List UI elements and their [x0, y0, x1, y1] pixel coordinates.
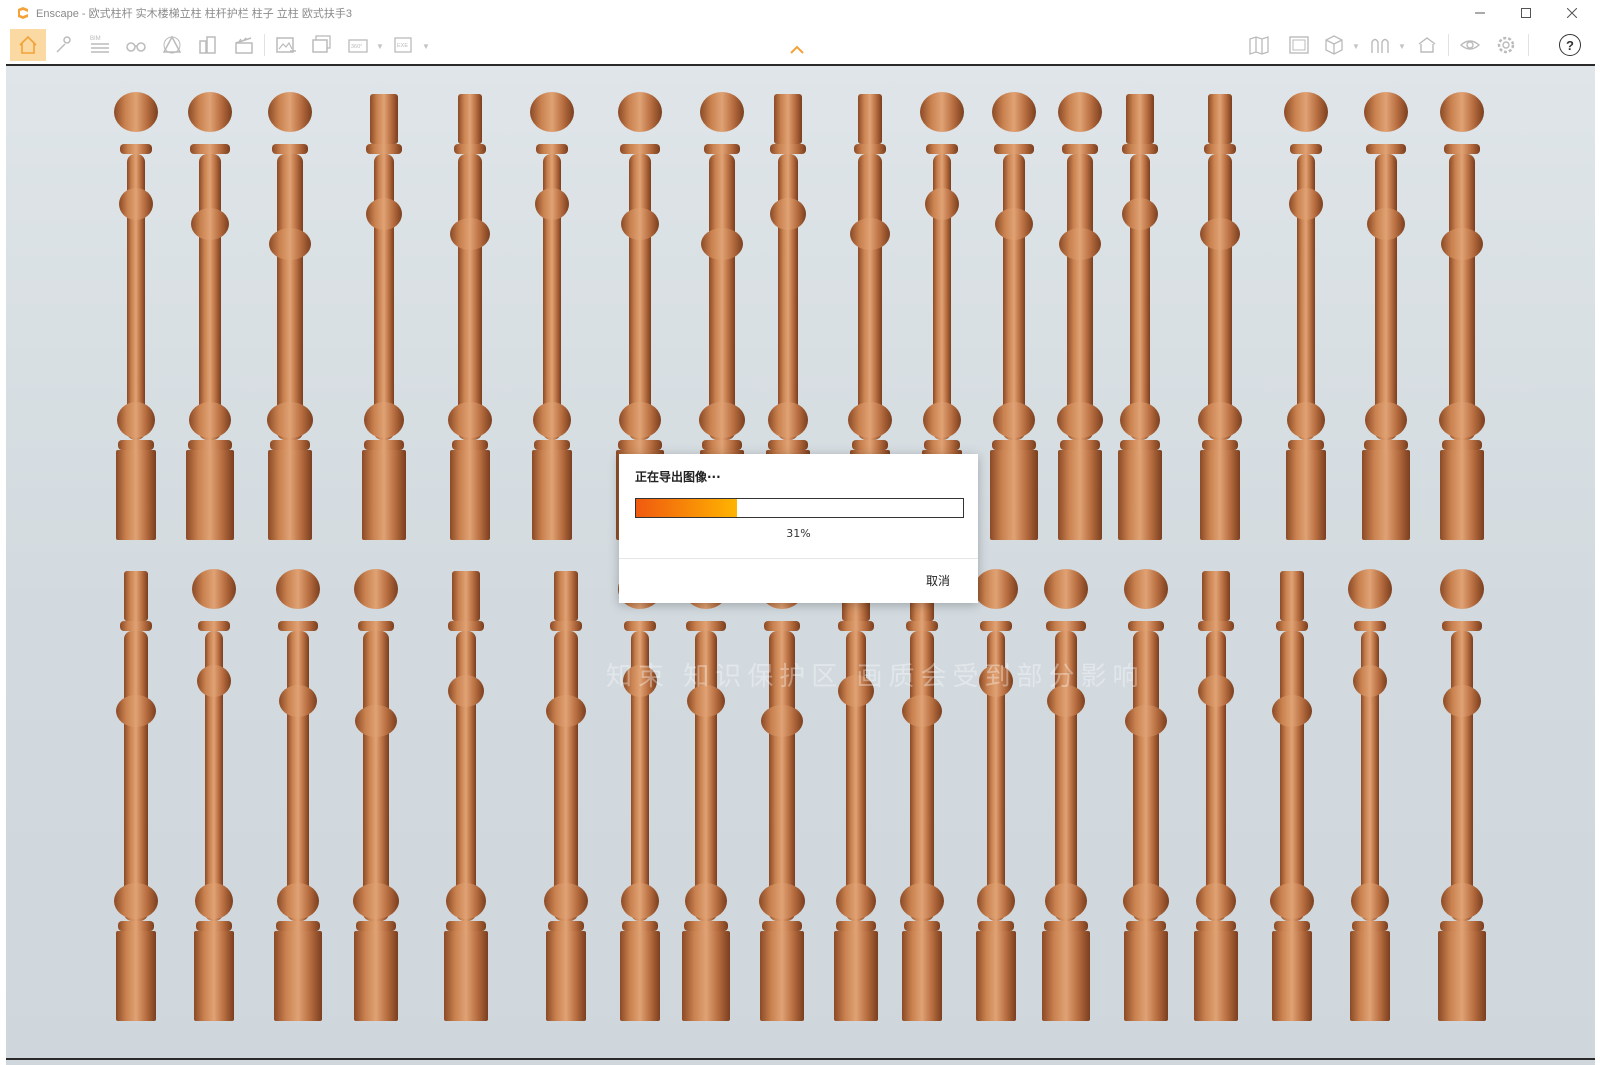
baluster: [759, 569, 805, 1021]
baluster: [1042, 569, 1090, 1021]
batch-render-button[interactable]: [306, 30, 338, 60]
sync-views-button[interactable]: [1364, 30, 1396, 60]
enscape-logo-icon: [18, 7, 28, 19]
buildings-icon: [199, 36, 216, 54]
sync-dropdown-caret[interactable]: ▼: [1398, 42, 1406, 51]
baluster: [1439, 92, 1485, 540]
baluster: [1194, 571, 1238, 1021]
triangle-icon: [162, 35, 182, 54]
views-button[interactable]: [120, 30, 152, 60]
cancel-button[interactable]: 取消: [926, 572, 950, 589]
baluster: [618, 569, 662, 1021]
upload-icon: [1418, 37, 1436, 53]
progress-fill: [636, 499, 738, 517]
baluster: [114, 571, 158, 1021]
svg-text:EXE: EXE: [397, 43, 408, 49]
minimap-button[interactable]: [1283, 30, 1315, 60]
baluster: [1362, 92, 1410, 540]
collaboration-button[interactable]: [1411, 30, 1443, 60]
walk-mode-button[interactable]: [48, 30, 80, 60]
bim-button[interactable]: BIM: [84, 30, 116, 60]
eye-icon: [1459, 40, 1481, 50]
dialog-divider: [619, 558, 978, 559]
baluster: [448, 94, 492, 540]
baluster: [1270, 571, 1314, 1021]
visual-settings-button[interactable]: [1454, 30, 1486, 60]
baluster: [192, 569, 236, 1021]
baluster: [974, 569, 1018, 1021]
cube-icon: [1325, 35, 1343, 55]
video-editor-button[interactable]: [228, 30, 260, 60]
baluster: [1348, 569, 1392, 1021]
baluster: [544, 571, 588, 1021]
map-icon: [1249, 36, 1269, 55]
window-title: Enscape - 欧式柱杆 实木楼梯立柱 柱杆护栏 柱子 立柱 欧式扶手3: [36, 8, 352, 20]
baluster: [353, 569, 399, 1021]
minimize-icon: [1475, 12, 1485, 14]
baluster: [274, 569, 322, 1021]
collapse-toolbar-arrow-icon[interactable]: [789, 44, 805, 56]
view-mode-dropdown-caret[interactable]: ▼: [1352, 42, 1360, 51]
baluster: [1123, 569, 1169, 1021]
baluster: [1198, 94, 1242, 540]
baluster: [444, 571, 488, 1021]
watermark-text: 知束 知识保护区 画质会受到部分影响: [606, 661, 1145, 691]
walk-icon: [56, 36, 71, 53]
toolbar-separator: [264, 34, 265, 56]
progress-percent: 31%: [786, 527, 811, 540]
dialog-title: 正在导出图像···: [635, 470, 721, 484]
toolbar-separator: [1528, 34, 1529, 56]
baluster: [682, 569, 730, 1021]
baluster: [267, 92, 313, 540]
home-button[interactable]: [10, 29, 46, 61]
svg-text:360°: 360°: [351, 44, 362, 50]
minimize-button[interactable]: [1457, 0, 1503, 26]
baluster: [834, 571, 878, 1021]
export-progress-dialog: 正在导出图像··· 31% 取消: [619, 454, 978, 603]
baluster: [900, 571, 944, 1021]
panorama-icon: 360°: [348, 39, 368, 53]
toolbar-separator: [1448, 34, 1449, 56]
bim-icon: BIM: [90, 36, 109, 53]
window-controls: [1457, 0, 1595, 26]
floorplan-icon: [1289, 36, 1309, 54]
map-button[interactable]: [1243, 30, 1275, 60]
viewport-bottom-border: [6, 1058, 1595, 1060]
baluster: [114, 92, 158, 540]
baluster: [1438, 569, 1486, 1021]
close-button[interactable]: [1549, 0, 1595, 26]
gear-icon: [1497, 36, 1515, 54]
maximize-icon: [1521, 8, 1531, 18]
maximize-button[interactable]: [1503, 0, 1549, 26]
baluster: [186, 92, 234, 540]
atmosphere-button[interactable]: [156, 30, 188, 60]
image-export-icon: [276, 37, 296, 53]
help-button[interactable]: ?: [1559, 34, 1581, 56]
exe-export-button[interactable]: EXE: [388, 30, 420, 60]
exe-dropdown-caret[interactable]: ▼: [422, 42, 430, 51]
exe-export-icon: EXE: [394, 37, 412, 53]
baluster: [1284, 92, 1328, 540]
assets-button[interactable]: [192, 30, 224, 60]
settings-button[interactable]: [1490, 30, 1522, 60]
baluster: [1118, 94, 1162, 540]
panorama-button[interactable]: 360°: [342, 30, 374, 60]
screenshot-button[interactable]: [270, 30, 302, 60]
clapperboard-icon: [235, 37, 253, 54]
close-icon: [1567, 8, 1577, 18]
view-mode-button[interactable]: [1318, 30, 1350, 60]
panorama-dropdown-caret[interactable]: ▼: [376, 42, 384, 51]
baluster: [362, 94, 406, 540]
baluster: [990, 92, 1038, 540]
sync-views-icon: [1371, 38, 1389, 53]
export-progress-bar: [635, 498, 964, 518]
baluster: [1057, 92, 1103, 540]
baluster: [530, 92, 574, 540]
svg-text:BIM: BIM: [90, 36, 101, 42]
batch-image-icon: [312, 35, 331, 53]
home-icon: [19, 35, 37, 54]
binoculars-icon: [126, 42, 146, 52]
title-bar: Enscape - 欧式柱杆 实木楼梯立柱 柱杆护栏 柱子 立柱 欧式扶手3: [6, 0, 1595, 26]
